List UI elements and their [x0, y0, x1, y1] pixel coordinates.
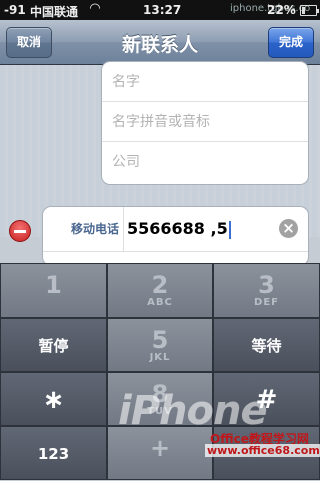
carrier-name: 中国联通	[30, 5, 79, 19]
site-url-watermark: www.office68.com	[205, 444, 320, 457]
phone-type-label[interactable]: 移动电话	[43, 207, 119, 251]
name-fields-group: 名字 名字拼音或音标 公司	[101, 61, 309, 185]
status-time: 13:27	[143, 3, 182, 17]
key-letters: ABC	[147, 297, 173, 308]
plus-key[interactable]: +	[107, 426, 213, 480]
key-label: 123	[37, 445, 70, 463]
key-digit: 2	[151, 271, 169, 299]
contact-form: 名字 名字拼音或音标 公司 移动电话 5566688 ,5 ×	[0, 61, 320, 266]
key-letters: JKL	[149, 352, 171, 363]
signal-strength: -91	[4, 3, 26, 17]
asterisk-icon: ∗	[42, 385, 65, 415]
pause-key[interactable]: 暂停	[0, 318, 107, 372]
key-label: 等待	[251, 337, 282, 355]
battery-percent: 22%	[267, 3, 296, 17]
key-digit: 5	[151, 326, 169, 354]
plus-icon: +	[149, 434, 171, 462]
phone-number-input[interactable]: 5566688 ,5	[127, 207, 231, 251]
key-digit: 3	[258, 271, 275, 299]
phonetic-name-field[interactable]: 名字拼音或音标	[102, 102, 308, 142]
key-3[interactable]: 3 DEF	[213, 263, 320, 318]
iphone-watermark: iPhone	[118, 388, 268, 434]
navigation-bar: 取消 新联系人 完成	[0, 20, 320, 65]
first-name-field[interactable]: 名字	[102, 62, 308, 102]
switch-keyboard-key[interactable]: 123	[0, 426, 107, 480]
wifi-icon: ◠	[90, 1, 100, 16]
key-5[interactable]: 5 JKL	[107, 318, 213, 372]
phone-row-separator	[43, 251, 308, 252]
key-digit: 1	[45, 271, 62, 299]
delete-phone-icon[interactable]	[9, 220, 31, 242]
key-2[interactable]: 2 ABC	[107, 263, 213, 318]
battery-icon	[300, 5, 319, 16]
done-button[interactable]: 完成	[267, 27, 314, 58]
company-field[interactable]: 公司	[102, 142, 308, 182]
key-label: 暂停	[38, 337, 69, 355]
asterisk-key[interactable]: ∗	[0, 372, 107, 426]
wait-key[interactable]: 等待	[213, 318, 320, 372]
clear-text-icon[interactable]: ×	[279, 219, 298, 238]
key-1[interactable]: 1	[0, 263, 107, 318]
phone-divider	[123, 207, 124, 251]
status-bar: -91 中国联通 ◠ 13:27 iphone.tgbus.co 22%	[0, 0, 320, 20]
phone-field-group: 移动电话 5566688 ,5 ×	[42, 206, 309, 266]
key-letters: DEF	[254, 297, 279, 308]
